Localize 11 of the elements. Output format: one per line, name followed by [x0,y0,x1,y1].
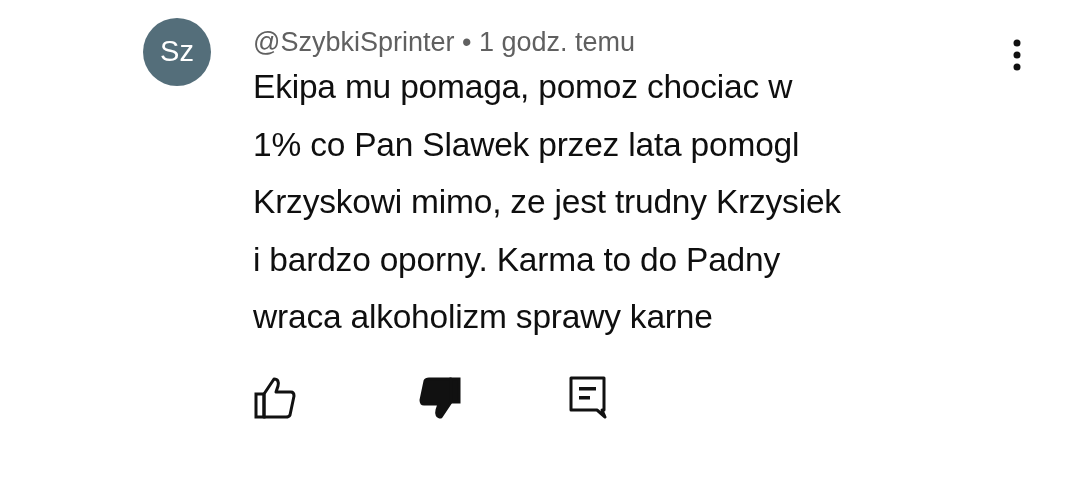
avatar[interactable]: Sz [143,18,211,86]
thumbs-down-icon [419,375,461,420]
more-icon [1012,38,1022,72]
like-button[interactable] [254,375,296,420]
menu-button[interactable] [1012,38,1022,72]
thumbs-up-icon [254,375,296,420]
reply-button[interactable] [569,375,607,420]
comment-text: Ekipa mu pomaga, pomoz chociac w 1% co Pan Slawek przez lata pomogl Krzyskowi mimo, ze jest trudny Krzysiek i bardzo oporny. Karma to do Padny wraca alkoholizm sprawy karne [253,67,842,338]
reply-icon [569,375,607,420]
dislike-button[interactable] [419,375,461,420]
comment-meta: @SzybkiSprinter • 1 godz. temu [253,26,637,59]
